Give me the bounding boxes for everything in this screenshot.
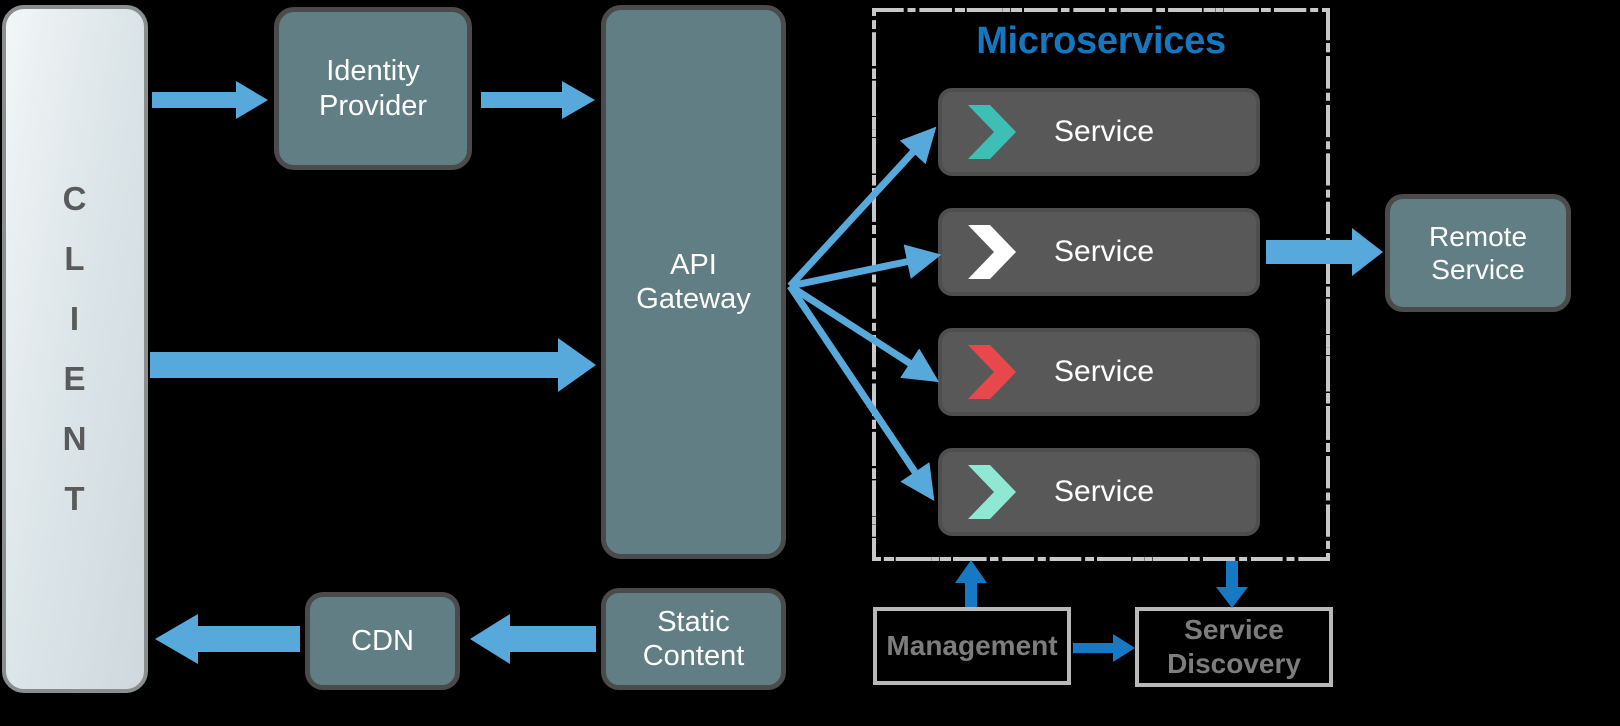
service-label: Service — [1054, 475, 1155, 508]
connection-arrows — [150, 81, 1383, 664]
identity-provider-node[interactable]: Identity Provider — [274, 7, 472, 170]
arrow-client-to-api-gateway — [150, 338, 596, 392]
chevron-right-icon — [968, 225, 1016, 279]
service-discovery-label-line1: Service — [1184, 614, 1284, 646]
client-letter: E — [63, 360, 87, 397]
management-node[interactable]: Management — [873, 607, 1071, 685]
service-card-3[interactable]: Service — [938, 328, 1260, 416]
api-gateway-label: API Gateway — [636, 248, 751, 315]
service-discovery-label-line2: Discovery — [1167, 648, 1301, 679]
arrow-cdn-to-client — [155, 614, 300, 664]
client-letter: C — [62, 179, 88, 217]
service-label: Service — [1054, 115, 1155, 148]
service-label: Service — [1054, 355, 1155, 388]
service-discovery-node[interactable]: Service Discovery — [1135, 607, 1333, 687]
arrow-management-to-microservices — [955, 560, 987, 607]
client-letter: N — [62, 420, 88, 458]
service-card-2[interactable]: Service — [938, 208, 1260, 296]
cdn-label: CDN — [351, 624, 414, 657]
chevron-right-icon — [968, 345, 1016, 399]
cdn-node[interactable]: CDN — [305, 592, 460, 690]
client-letter: L — [64, 239, 86, 277]
arrow-microservices-to-service-discovery — [1216, 561, 1248, 608]
arrow-client-to-identity-provider — [152, 81, 268, 119]
arrow-management-to-service-discovery — [1073, 634, 1135, 662]
chevron-right-icon — [968, 105, 1016, 159]
api-gateway-node[interactable]: API Gateway — [601, 5, 786, 559]
static-content-node[interactable]: Static Content — [601, 588, 786, 690]
client-letter: T — [64, 480, 86, 518]
service-card-1[interactable]: Service — [938, 88, 1260, 176]
remote-service-label: Remote Service — [1428, 220, 1528, 285]
arrow-static-content-to-cdn — [470, 614, 596, 664]
service-label: Service — [1054, 235, 1155, 268]
client-label: C L I E N T — [63, 169, 88, 529]
identity-provider-label: Identity Provider — [319, 55, 427, 122]
static-content-label: Static Content — [642, 605, 745, 672]
chevron-right-icon — [968, 465, 1016, 519]
microservices-title: Microservices — [976, 20, 1226, 62]
client-node[interactable]: C L I E N T — [2, 5, 148, 693]
management-label: Management — [886, 630, 1058, 662]
service-card-4[interactable]: Service — [938, 448, 1260, 536]
remote-service-node[interactable]: Remote Service — [1385, 194, 1571, 312]
client-letter: I — [69, 299, 81, 337]
diagram-canvas: C L I E N T Identity Provider API Gatewa… — [0, 0, 1620, 726]
arrow-identity-provider-to-api-gateway — [481, 81, 595, 119]
